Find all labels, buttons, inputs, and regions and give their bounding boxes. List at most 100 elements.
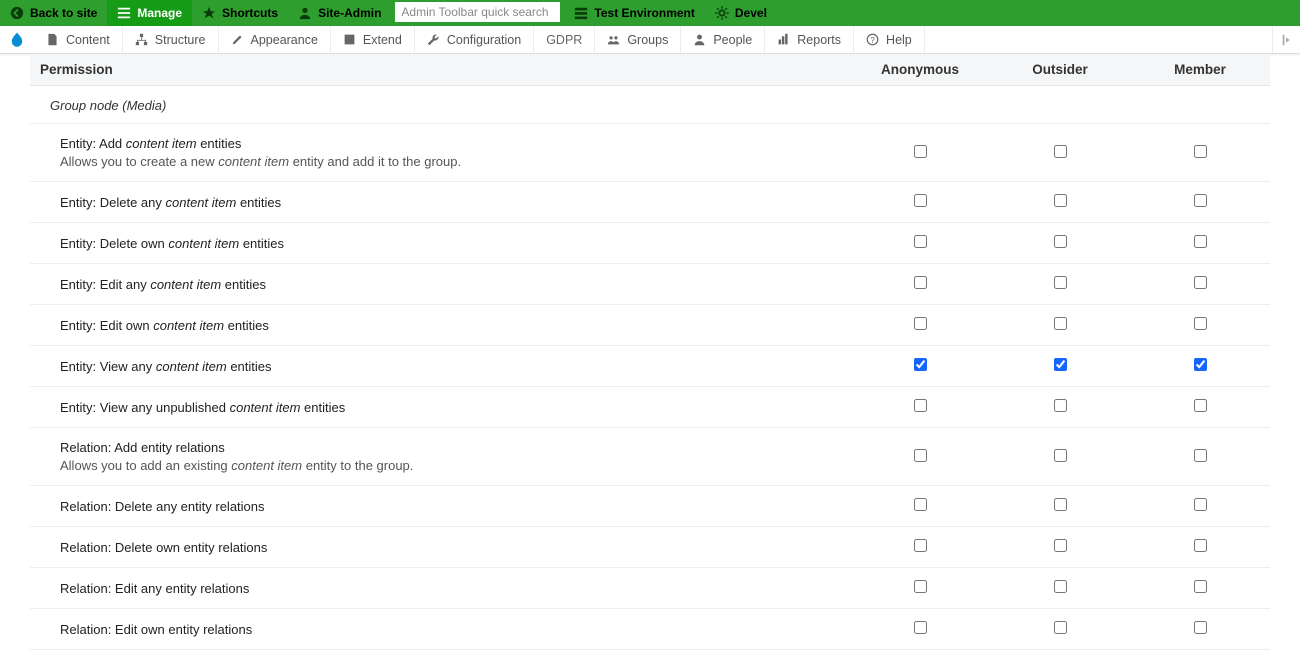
permission-checkbox[interactable] [1194,580,1207,593]
help-icon: ? [866,33,880,47]
tab-groups-label: Groups [627,33,668,47]
permission-checkbox[interactable] [1054,235,1067,248]
tab-content[interactable]: Content [34,26,123,53]
permission-checkbox[interactable] [1194,145,1207,158]
permission-checkbox[interactable] [1054,145,1067,158]
permission-checkbox[interactable] [1194,449,1207,462]
permission-checkbox[interactable] [1054,621,1067,634]
wrench-icon [427,33,441,47]
permission-checkbox[interactable] [1194,621,1207,634]
permission-checkbox-cell [1130,124,1270,182]
permission-checkbox[interactable] [914,235,927,248]
back-to-site-label: Back to site [30,6,97,20]
permission-checkbox-cell [850,486,990,527]
permission-checkbox[interactable] [914,580,927,593]
shortcuts-label: Shortcuts [222,6,278,20]
drupal-logo-icon[interactable] [0,26,34,53]
col-role-outsider: Outsider [990,54,1130,86]
back-to-site-button[interactable]: Back to site [0,0,107,26]
permission-checkbox[interactable] [1054,449,1067,462]
permission-checkbox[interactable] [1194,498,1207,511]
permission-checkbox[interactable] [1194,276,1207,289]
permission-checkbox[interactable] [914,194,927,207]
permission-checkbox[interactable] [1194,235,1207,248]
manage-button[interactable]: Manage [107,0,192,26]
permission-title: Entity: Delete any content item entities [60,195,820,210]
permission-checkbox[interactable] [1054,276,1067,289]
file-icon [46,33,60,47]
structure-icon [135,33,149,47]
permission-checkbox-cell [990,346,1130,387]
permission-checkbox-cell [990,387,1130,428]
permission-checkbox[interactable] [1054,498,1067,511]
tab-configuration[interactable]: Configuration [415,26,534,53]
permission-checkbox[interactable] [1194,317,1207,330]
permission-checkbox[interactable] [1194,358,1207,371]
permission-title: Relation: Delete any entity relations [60,499,820,514]
permission-checkbox[interactable] [914,145,927,158]
permission-checkbox[interactable] [1194,539,1207,552]
permission-checkbox[interactable] [1054,539,1067,552]
devel-label: Devel [735,6,767,20]
permission-checkbox[interactable] [914,399,927,412]
tab-structure[interactable]: Structure [123,26,219,53]
permission-checkbox-cell [990,264,1130,305]
permission-title: Relation: Edit own entity relations [60,622,820,637]
tab-reports[interactable]: Reports [765,26,854,53]
tab-people-label: People [713,33,752,47]
permission-checkbox[interactable] [914,621,927,634]
permission-checkbox-cell [1130,223,1270,264]
permission-row: Relation: Delete any entity relations [30,486,1270,527]
permission-checkbox-cell [1130,305,1270,346]
permission-description: Allows you to add an existing content it… [60,458,820,473]
permission-checkbox-cell [850,305,990,346]
site-admin-button[interactable]: Site-Admin [288,0,391,26]
permission-checkbox[interactable] [914,539,927,552]
permission-section-row: Group node (Media) [30,86,1270,124]
tab-appearance[interactable]: Appearance [219,26,331,53]
devel-button[interactable]: Devel [705,0,777,26]
tab-gdpr[interactable]: GDPR [534,26,595,53]
permission-checkbox[interactable] [914,276,927,289]
permission-checkbox[interactable] [914,498,927,511]
permission-checkbox[interactable] [1194,399,1207,412]
permission-row: Relation: Edit own entity relations [30,609,1270,650]
permission-row: Entity: Edit own content item entities [30,305,1270,346]
permission-checkbox[interactable] [914,449,927,462]
permission-checkbox[interactable] [1054,194,1067,207]
permission-checkbox[interactable] [1054,580,1067,593]
permission-title: Relation: Edit any entity relations [60,581,820,596]
tab-extend[interactable]: Extend [331,26,415,53]
tab-configuration-label: Configuration [447,33,521,47]
permission-title: Entity: Delete own content item entities [60,236,820,251]
shortcuts-button[interactable]: Shortcuts [192,0,288,26]
tab-content-label: Content [66,33,110,47]
permission-section-label: Group node (Media) [30,86,1270,124]
permission-row: Entity: Delete any content item entities [30,182,1270,223]
permission-checkbox-cell [1130,346,1270,387]
tab-groups[interactable]: Groups [595,26,681,53]
test-environment-button[interactable]: Test Environment [564,0,704,26]
permission-checkbox[interactable] [1054,358,1067,371]
permission-title: Entity: View any content item entities [60,359,820,374]
permissions-table: Permission Anonymous Outsider Member Gro… [30,54,1270,650]
permission-checkbox-cell [990,428,1130,486]
permission-checkbox[interactable] [1054,399,1067,412]
permission-checkbox[interactable] [1054,317,1067,330]
back-arrow-icon [10,6,24,20]
permission-checkbox-cell [850,609,990,650]
permission-row: Entity: View any unpublished content ite… [30,387,1270,428]
tab-help[interactable]: ? Help [854,26,925,53]
admin-toolbar-search-input[interactable] [395,2,560,22]
permission-checkbox-cell [990,182,1130,223]
permission-row: Entity: Delete own content item entities [30,223,1270,264]
paintbrush-icon [231,33,245,47]
permission-checkbox[interactable] [914,358,927,371]
col-role-anonymous: Anonymous [850,54,990,86]
tab-people[interactable]: People [681,26,765,53]
permission-checkbox[interactable] [1194,194,1207,207]
permission-checkbox-cell [1130,428,1270,486]
permission-checkbox[interactable] [914,317,927,330]
toolbar-orientation-toggle[interactable] [1272,26,1300,53]
star-icon [202,6,216,20]
